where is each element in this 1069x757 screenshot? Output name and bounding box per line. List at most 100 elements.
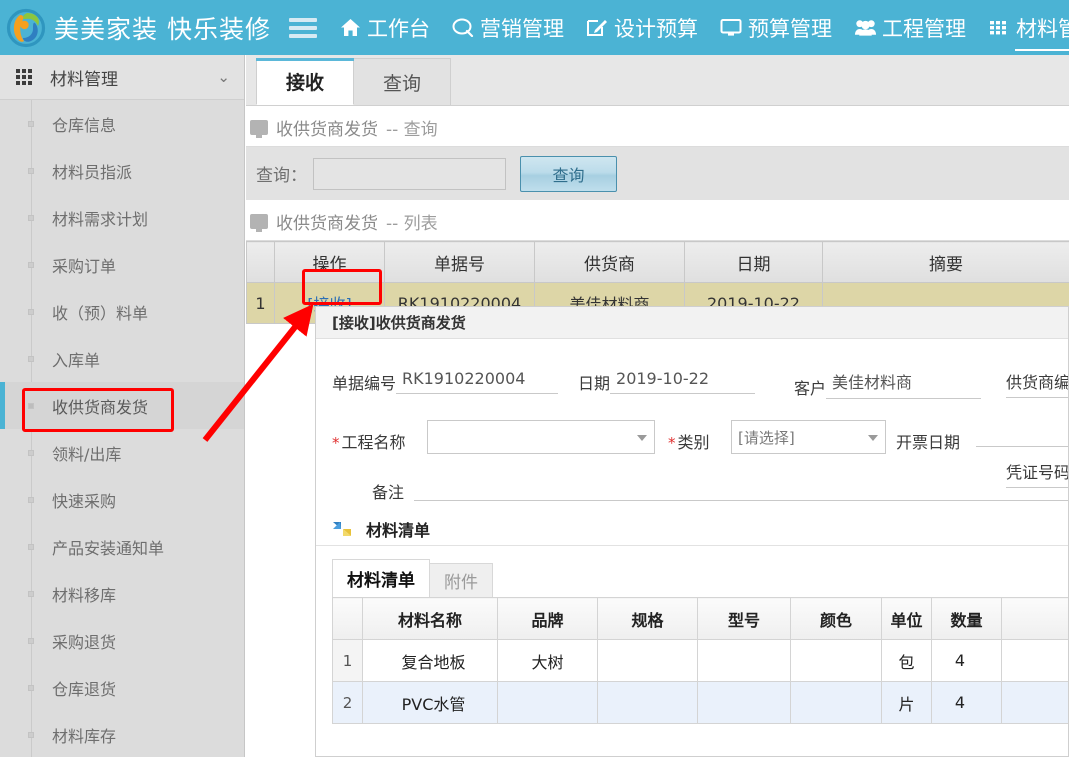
query-section-header: 收供货商发货 -- 查询 bbox=[246, 106, 1069, 147]
query-section-title: 收供货商发货 bbox=[276, 115, 378, 140]
sidebar-item-product-install-notice[interactable]: 产品安装通知单 bbox=[0, 523, 244, 570]
col-supplier: 供货商 bbox=[535, 242, 685, 283]
mrow-unit: 包 bbox=[882, 640, 932, 682]
mrow-spec bbox=[598, 682, 698, 724]
nav-item-material-management[interactable]: 材料管理 bbox=[988, 0, 1069, 55]
nav-label: 工程管理 bbox=[882, 13, 966, 43]
sidebar-item-purchase-return[interactable]: 采购退货 bbox=[0, 617, 244, 664]
hamburger-icon[interactable] bbox=[289, 16, 317, 40]
mrow-qty: 4 bbox=[932, 682, 1002, 724]
mrow-model bbox=[698, 640, 791, 682]
row-index: 1 bbox=[247, 283, 275, 324]
nav-item-workbench[interactable]: 工作台 bbox=[339, 0, 430, 55]
category-select[interactable]: [请选择] bbox=[731, 420, 886, 454]
field-date: 日期 2019-10-22 bbox=[578, 369, 755, 394]
sidebar-header[interactable]: 材料管理 ⌄ bbox=[0, 55, 244, 100]
sidebar-item-label: 采购订单 bbox=[52, 253, 116, 277]
sidebar-item-issue-outbound[interactable]: 领料/出库 bbox=[0, 429, 244, 476]
monitor-icon bbox=[720, 17, 743, 39]
mrow-unit: 片 bbox=[882, 682, 932, 724]
bullet-icon bbox=[28, 732, 34, 738]
bullet-icon bbox=[28, 168, 34, 174]
sidebar-menu-list: 仓库信息 材料员指派 材料需求计划 采购订单 收（预）料单 入库单 收供货商发货 bbox=[0, 100, 244, 757]
field-project-name: *工程名称 bbox=[332, 429, 406, 453]
home-icon bbox=[339, 17, 362, 39]
sidebar-item-material-transfer[interactable]: 材料移库 bbox=[0, 570, 244, 617]
nav-label: 材料管理 bbox=[1016, 13, 1069, 43]
subtab-attachments[interactable]: 附件 bbox=[429, 563, 493, 597]
field-label: 单据编号 bbox=[332, 370, 396, 394]
project-name-select[interactable] bbox=[427, 420, 655, 454]
sidebar-item-label: 材料员指派 bbox=[52, 159, 132, 183]
sidebar-item-quick-purchase[interactable]: 快速采购 bbox=[0, 476, 244, 523]
search-button[interactable]: 查询 bbox=[520, 156, 617, 192]
collapse-arrows-icon[interactable] bbox=[332, 520, 352, 538]
sidebar-title: 材料管理 bbox=[50, 65, 118, 90]
mcol-color: 颜色 bbox=[791, 598, 882, 640]
subtab-label: 材料清单 bbox=[347, 566, 415, 591]
mcol-unit: 单位 bbox=[882, 598, 932, 640]
query-toolbar: 查询： 查询 bbox=[246, 147, 1069, 200]
sidebar-item-material-demand-plan[interactable]: 材料需求计划 bbox=[0, 194, 244, 241]
field-label: 凭证号码 bbox=[1006, 459, 1069, 483]
sidebar-item-label: 快速采购 bbox=[52, 488, 116, 512]
required-marker: * bbox=[668, 434, 676, 452]
nav-item-design-budget[interactable]: 设计预算 bbox=[586, 0, 698, 55]
sidebar-item-material-stock[interactable]: 材料库存 bbox=[0, 711, 244, 757]
list-section-suffix: -- 列表 bbox=[386, 209, 438, 234]
field-remark: 备注 bbox=[372, 479, 404, 503]
sidebar-item-receive-prepay-slip[interactable]: 收（预）料单 bbox=[0, 288, 244, 335]
tab-receive[interactable]: 接收 bbox=[256, 58, 354, 105]
sidebar-item-inbound-slip[interactable]: 入库单 bbox=[0, 335, 244, 382]
sidebar-item-receive-supplier-delivery[interactable]: 收供货商发货 bbox=[0, 382, 244, 429]
mcol-name: 材料名称 bbox=[363, 598, 498, 640]
select-value: [请选择] bbox=[738, 427, 795, 448]
bullet-icon bbox=[28, 121, 34, 127]
field-customer: 客户 美佳材料商 bbox=[794, 369, 981, 399]
mrow-name: 复合地板 bbox=[363, 640, 498, 682]
field-label: *工程名称 bbox=[332, 429, 406, 453]
field-label-text: 类别 bbox=[678, 433, 710, 452]
material-table-row[interactable]: 2 PVC水管 片 4 bbox=[333, 682, 1069, 724]
mcol-model: 型号 bbox=[698, 598, 791, 640]
chevron-down-icon bbox=[868, 435, 878, 441]
field-label: 备注 bbox=[372, 479, 404, 503]
mrow-extra bbox=[1002, 682, 1069, 724]
field-label: 客户 bbox=[794, 375, 826, 399]
col-rownum bbox=[247, 242, 275, 283]
search-input[interactable] bbox=[313, 158, 506, 190]
nav-item-marketing[interactable]: 营销管理 bbox=[452, 0, 564, 55]
subtab-material-list[interactable]: 材料清单 bbox=[332, 559, 430, 597]
subtab-label: 附件 bbox=[444, 568, 478, 593]
field-value: RK1910220004 bbox=[396, 369, 558, 394]
material-table-row[interactable]: 1 复合地板 大树 包 4 bbox=[333, 640, 1069, 682]
mrow-name: PVC水管 bbox=[363, 682, 498, 724]
sidebar-item-label: 产品安装通知单 bbox=[52, 535, 164, 559]
grid-icon bbox=[16, 69, 36, 85]
sidebar-item-purchase-order[interactable]: 采购订单 bbox=[0, 241, 244, 288]
field-category: *类别 bbox=[668, 429, 710, 453]
tab-query[interactable]: 查询 bbox=[353, 58, 451, 105]
nav-item-project-management[interactable]: 工程管理 bbox=[854, 0, 966, 55]
col-summary: 摘要 bbox=[823, 242, 1069, 283]
field-doc-no: 单据编号 RK1910220004 bbox=[332, 369, 558, 394]
sidebar-item-material-staff-assign[interactable]: 材料员指派 bbox=[0, 147, 244, 194]
sidebar-item-warehouse-info[interactable]: 仓库信息 bbox=[0, 100, 244, 147]
table-header-row: 操作 单据号 供货商 日期 摘要 bbox=[247, 242, 1069, 283]
mrow-extra bbox=[1002, 640, 1069, 682]
field-label-text: 工程名称 bbox=[342, 433, 406, 452]
field-label: 开票日期 bbox=[896, 429, 960, 453]
sidebar-item-label: 仓库退货 bbox=[52, 676, 116, 700]
field-label: 日期 bbox=[578, 370, 610, 394]
material-list-section-header: 材料清单 bbox=[332, 517, 430, 541]
material-header-row: 材料名称 品牌 规格 型号 颜色 单位 数量 bbox=[333, 598, 1069, 640]
field-label: *类别 bbox=[668, 429, 710, 453]
chevron-down-icon bbox=[637, 435, 647, 441]
sidebar-item-label: 材料移库 bbox=[52, 582, 116, 606]
sidebar-item-label: 收供货商发货 bbox=[52, 394, 148, 418]
mrow-color bbox=[791, 640, 882, 682]
nav-item-budget-management[interactable]: 预算管理 bbox=[720, 0, 832, 55]
chevron-down-icon[interactable]: ⌄ bbox=[217, 68, 230, 86]
sidebar-item-warehouse-return[interactable]: 仓库退货 bbox=[0, 664, 244, 711]
app-logo[interactable] bbox=[0, 0, 52, 55]
